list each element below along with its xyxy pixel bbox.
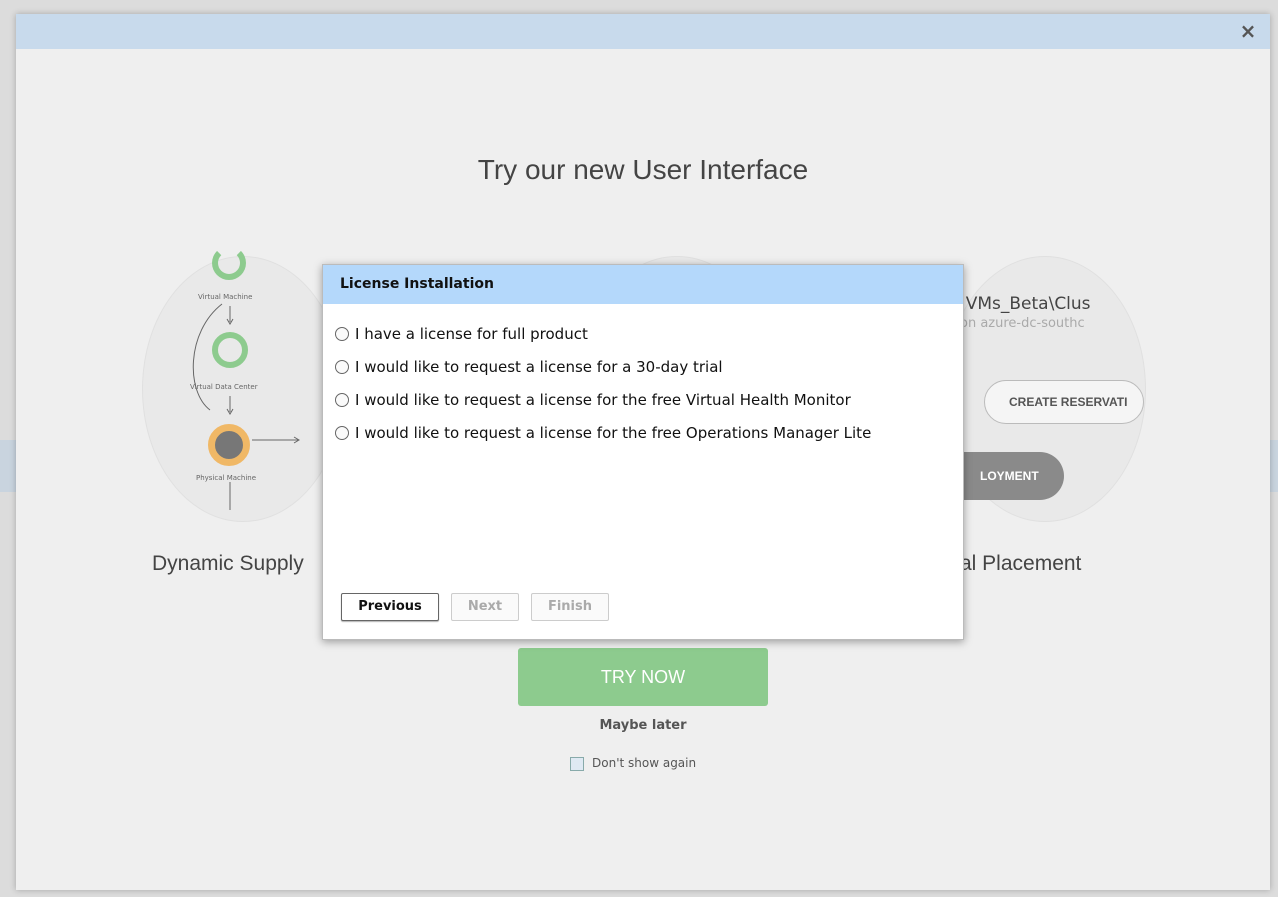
license-option-label: I would like to request a license for th… [355,423,872,442]
finish-button[interactable]: Finish [531,593,609,621]
diagram-arrows [192,303,300,510]
next-button[interactable]: Next [451,593,519,621]
license-option-ops-manager-lite[interactable]: I would like to request a license for th… [335,416,961,449]
vm-ring-icon [212,246,246,280]
radio-icon[interactable] [335,425,349,440]
license-installation-dialog: License Installation I have a license fo… [322,264,964,640]
dont-show-again: Don't show again [570,756,696,774]
close-icon[interactable]: × [1236,18,1260,44]
license-option-label: I have a license for full product [355,324,588,343]
license-option-label: I would like to request a license for th… [355,390,851,409]
radio-icon[interactable] [335,392,349,407]
dont-show-again-label: Don't show again [592,756,697,770]
placement-card-subtitle: on azure-dc-southc [960,316,1085,331]
previous-button[interactable]: Previous [341,593,439,621]
radio-icon[interactable] [335,359,349,374]
placement-card-title: :VMs_Beta\Clus [960,294,1091,314]
license-option-trial[interactable]: I would like to request a license for a … [335,350,961,383]
license-dialog-title: License Installation [323,265,963,304]
radio-icon[interactable] [335,326,349,341]
feature-caption-supply: Dynamic Supply [152,552,304,575]
maybe-later-link[interactable]: Maybe later [518,718,768,733]
license-option-label: I would like to request a license for a … [355,357,723,376]
feature-caption-placement: al Placement [960,552,1082,575]
license-option-full[interactable]: I have a license for full product [335,317,961,350]
dialog-header: × [16,14,1270,49]
license-options-list: I have a license for full product I woul… [335,317,961,449]
create-reservation-button: CREATE RESERVATI [984,380,1144,424]
dont-show-again-checkbox[interactable] [570,756,584,771]
try-now-button[interactable]: TRY NOW [518,648,768,706]
license-option-health-monitor[interactable]: I would like to request a license for th… [335,383,961,416]
dialog-title: Try our new User Interface [477,154,809,185]
